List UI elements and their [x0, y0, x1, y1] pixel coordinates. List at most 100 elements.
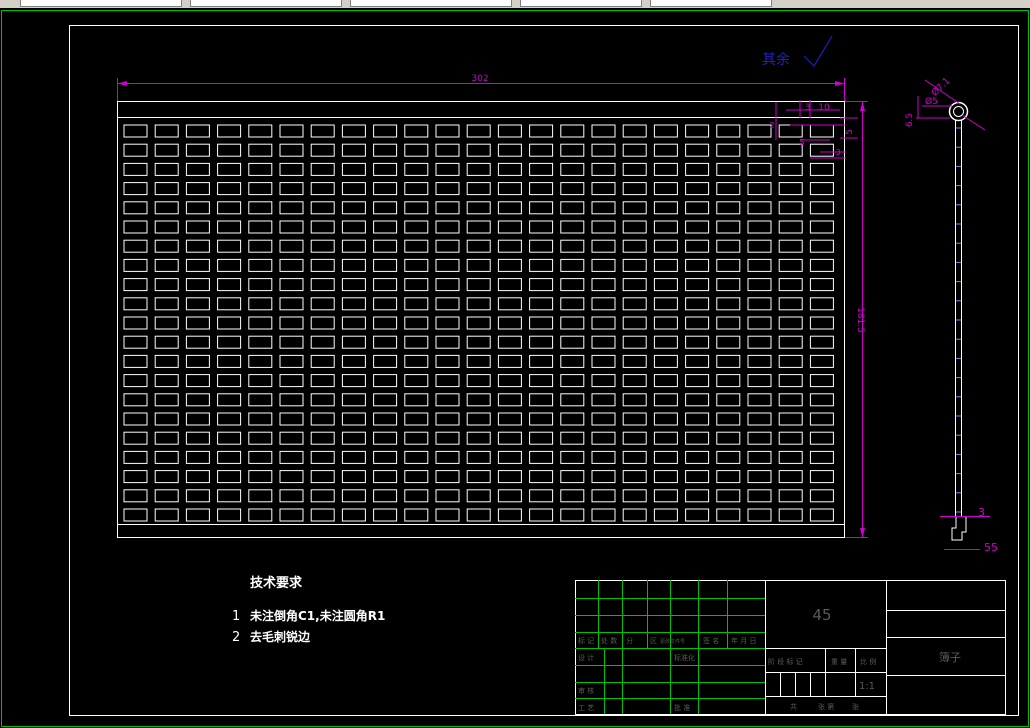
slot — [310, 124, 335, 138]
slot — [404, 201, 429, 215]
slot — [123, 431, 148, 445]
roughness-symbol — [803, 35, 833, 67]
slot — [248, 162, 273, 176]
slot — [653, 124, 678, 138]
slot — [341, 335, 366, 349]
slot — [809, 374, 834, 388]
slot — [279, 374, 304, 388]
slot — [466, 182, 491, 196]
slot — [529, 124, 554, 138]
slot — [404, 182, 429, 196]
slot — [591, 124, 616, 138]
slot — [809, 182, 834, 196]
slot — [279, 335, 304, 349]
slot — [716, 335, 741, 349]
slot — [497, 335, 522, 349]
slot — [123, 201, 148, 215]
slot — [310, 201, 335, 215]
slot — [591, 201, 616, 215]
slot — [747, 393, 772, 407]
slot — [716, 124, 741, 138]
slot — [497, 258, 522, 272]
slot — [248, 335, 273, 349]
slot — [809, 201, 834, 215]
svg-text:张 第: 张 第 — [818, 702, 834, 711]
slot — [747, 258, 772, 272]
slot — [404, 162, 429, 176]
slot — [310, 220, 335, 234]
slot — [778, 316, 803, 330]
slot — [653, 354, 678, 368]
slot — [248, 278, 273, 292]
slot — [279, 297, 304, 311]
slot — [373, 201, 398, 215]
slot — [809, 450, 834, 464]
slot — [185, 374, 210, 388]
slot — [497, 431, 522, 445]
slot — [622, 297, 647, 311]
slot — [809, 354, 834, 368]
slot — [341, 239, 366, 253]
slot — [747, 143, 772, 157]
svg-text:10: 10 — [818, 103, 830, 113]
slot — [373, 239, 398, 253]
slot — [778, 431, 803, 445]
slot — [497, 162, 522, 176]
slot — [310, 335, 335, 349]
slot — [591, 393, 616, 407]
slot — [529, 431, 554, 445]
cad-drawing-canvas[interactable]: 302 181.5 3 10 2 5 5 3 其余 Ø7.1 Ø5 6.5 3 … — [0, 0, 1030, 728]
slot — [560, 220, 585, 234]
slot — [591, 431, 616, 445]
slot — [123, 220, 148, 234]
slot — [716, 354, 741, 368]
slot — [653, 412, 678, 426]
slot — [747, 412, 772, 426]
slot — [560, 354, 585, 368]
slot — [529, 297, 554, 311]
slot — [685, 489, 710, 503]
slot — [248, 182, 273, 196]
slot — [310, 239, 335, 253]
svg-text:标 记: 标 记 — [578, 636, 594, 645]
slot — [560, 124, 585, 138]
slot — [466, 431, 491, 445]
slot — [497, 278, 522, 292]
slot — [497, 374, 522, 388]
slot — [373, 450, 398, 464]
slot — [747, 124, 772, 138]
slot — [154, 143, 179, 157]
slot — [404, 124, 429, 138]
slot — [591, 258, 616, 272]
slot — [685, 470, 710, 484]
slot — [653, 239, 678, 253]
slot — [778, 201, 803, 215]
slot — [653, 258, 678, 272]
slot — [217, 220, 242, 234]
slot — [778, 412, 803, 426]
slot — [778, 354, 803, 368]
slot — [123, 508, 148, 522]
slot — [404, 143, 429, 157]
slot — [529, 182, 554, 196]
slot — [248, 143, 273, 157]
tb-quantity: 45 — [812, 606, 831, 624]
tb-part-name: 簿子 — [939, 650, 961, 664]
slot — [591, 335, 616, 349]
slot — [279, 258, 304, 272]
slot — [435, 278, 460, 292]
roughness-note: 其余 — [762, 35, 833, 68]
slot — [716, 278, 741, 292]
slot — [373, 162, 398, 176]
slot — [716, 412, 741, 426]
slot — [747, 239, 772, 253]
slot — [310, 297, 335, 311]
slot — [497, 182, 522, 196]
slot — [279, 182, 304, 196]
slot — [622, 316, 647, 330]
slot — [435, 470, 460, 484]
tech-req-num-2: 2 — [232, 630, 240, 645]
slot — [435, 239, 460, 253]
slot — [435, 258, 460, 272]
slot — [279, 450, 304, 464]
